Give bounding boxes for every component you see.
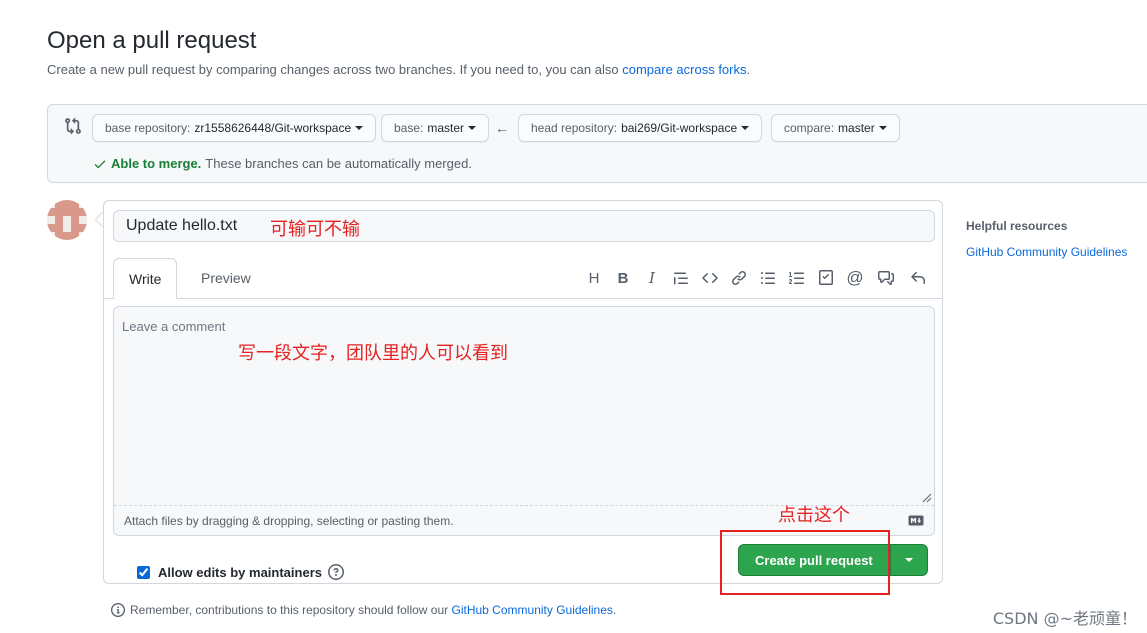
allow-edits-label: Allow edits by maintainers bbox=[158, 564, 322, 580]
base-branch-select[interactable]: base: master bbox=[381, 114, 490, 142]
reply-icon[interactable] bbox=[907, 267, 929, 289]
footer-end: . bbox=[612, 603, 617, 617]
page-subtitle: Create a new pull request by comparing c… bbox=[47, 62, 750, 77]
compare-branch-value: master bbox=[838, 121, 875, 135]
title-annotation: 可输可不输 bbox=[270, 219, 360, 240]
question-icon[interactable] bbox=[328, 564, 344, 580]
button-annotation: 点击这个 bbox=[778, 505, 850, 526]
subtitle-text: Create a new pull request by comparing c… bbox=[47, 62, 619, 77]
tab-write[interactable]: Write bbox=[113, 258, 178, 299]
community-guidelines-link[interactable]: GitHub Community Guidelines bbox=[966, 245, 1127, 259]
subtitle-end: . bbox=[746, 62, 751, 77]
pull-request-form: 可输可不输 Write Preview H B I @ 写一段文字，团队里的人可… bbox=[103, 200, 943, 584]
footer-guidelines-link[interactable]: GitHub Community Guidelines bbox=[452, 603, 613, 617]
base-repository-value: zr1558626448/Git-workspace bbox=[194, 121, 352, 135]
numbered-list-icon[interactable] bbox=[786, 267, 808, 289]
head-repository-value: bai269/Git-workspace bbox=[621, 121, 738, 135]
bulleted-list-icon[interactable] bbox=[757, 267, 779, 289]
comment-textarea[interactable] bbox=[114, 307, 934, 505]
info-icon bbox=[111, 603, 125, 617]
base-branch-value: master bbox=[427, 121, 465, 135]
check-icon bbox=[94, 160, 106, 168]
base-branch-label: base: bbox=[394, 121, 424, 135]
allow-edits-option[interactable]: Allow edits by maintainers bbox=[137, 564, 344, 580]
mention-icon[interactable]: @ bbox=[844, 267, 866, 289]
caret-down-icon bbox=[904, 558, 913, 562]
compare-across-forks-link[interactable]: compare across forks bbox=[622, 62, 746, 77]
base-repository-select[interactable]: base repository: zr1558626448/Git-worksp… bbox=[92, 114, 377, 142]
caret-down-icon bbox=[355, 126, 364, 130]
link-icon[interactable] bbox=[728, 267, 750, 289]
contribution-notice: Remember, contributions to this reposito… bbox=[111, 603, 616, 617]
caret-down-icon bbox=[468, 126, 477, 130]
merge-ok-text: Able to merge. bbox=[111, 156, 202, 171]
quote-icon[interactable] bbox=[670, 267, 692, 289]
markdown-icon[interactable] bbox=[908, 515, 924, 526]
caret-down-icon bbox=[878, 126, 887, 130]
annotation-highlight-box bbox=[720, 530, 890, 595]
comment-annotation: 写一段文字，团队里的人可以看到 bbox=[238, 343, 508, 364]
create-pr-options-button[interactable] bbox=[889, 544, 928, 576]
compare-branch-label: compare: bbox=[784, 121, 835, 135]
merge-status-text: These branches can be automatically merg… bbox=[205, 156, 472, 171]
reference-icon[interactable] bbox=[875, 267, 897, 289]
allow-edits-checkbox[interactable] bbox=[137, 565, 150, 579]
head-repository-select[interactable]: head repository: bai269/Git-workspace bbox=[518, 114, 763, 142]
tab-preview[interactable]: Preview bbox=[186, 258, 266, 298]
base-repository-label: base repository: bbox=[105, 121, 191, 135]
code-icon[interactable] bbox=[699, 267, 721, 289]
caret-down-icon bbox=[741, 126, 750, 130]
helpful-resources-title: Helpful resources bbox=[966, 219, 1068, 233]
git-compare-icon bbox=[65, 117, 81, 135]
identicon-icon bbox=[47, 200, 87, 240]
pr-title-input[interactable] bbox=[113, 210, 935, 242]
task-list-icon[interactable] bbox=[815, 267, 837, 289]
attach-files-text: Attach files by dragging & dropping, sel… bbox=[124, 513, 454, 528]
arrow-left-icon: ← bbox=[495, 120, 509, 136]
range-editor: base repository: zr1558626448/Git-worksp… bbox=[47, 104, 1147, 183]
avatar[interactable] bbox=[47, 200, 87, 240]
merge-status: Able to merge. These branches can be aut… bbox=[93, 156, 472, 171]
contribution-notice-text: Remember, contributions to this reposito… bbox=[130, 603, 449, 617]
italic-icon[interactable]: I bbox=[641, 267, 663, 289]
heading-icon[interactable]: H bbox=[583, 267, 605, 289]
head-repository-label: head repository: bbox=[531, 121, 618, 135]
bold-icon[interactable]: B bbox=[612, 267, 634, 289]
watermark: CSDN @~老顽童！ bbox=[992, 609, 1137, 628]
page-title: Open a pull request bbox=[47, 27, 257, 54]
compare-branch-select[interactable]: compare: master bbox=[771, 114, 900, 142]
resize-handle-icon[interactable] bbox=[922, 493, 932, 503]
